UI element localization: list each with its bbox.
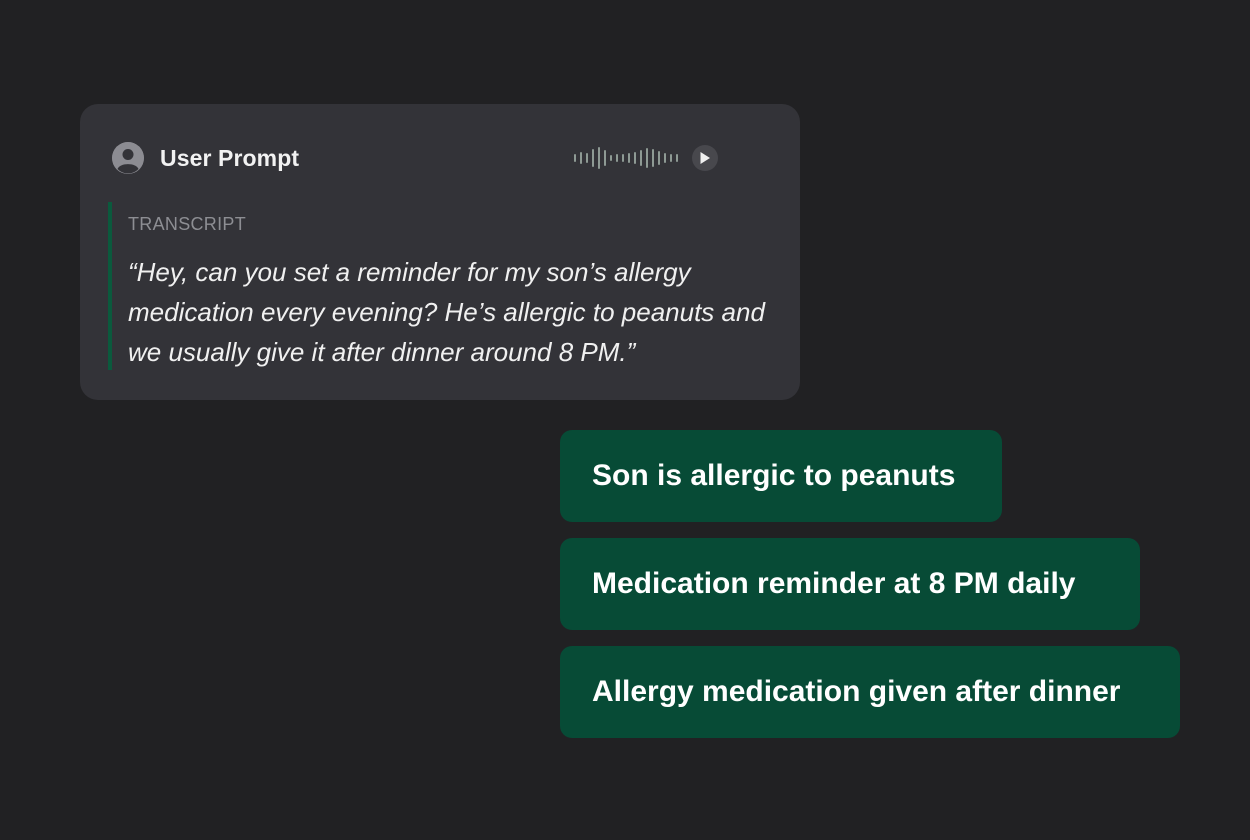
- transcript-block: TRANSCRIPT “Hey, can you set a reminder …: [108, 202, 768, 370]
- audio-waveform-icon: [574, 146, 678, 170]
- play-icon: [700, 152, 710, 164]
- waveform-bar: [640, 150, 642, 166]
- waveform-bar: [676, 154, 678, 162]
- user-avatar-icon: [112, 142, 144, 174]
- waveform-bar: [622, 154, 624, 162]
- user-prompt-card: User Prompt TRANSCRIPT “Hey, can you set…: [80, 104, 800, 400]
- waveform-bar: [664, 153, 666, 163]
- waveform-bar: [628, 153, 630, 163]
- transcript-label: TRANSCRIPT: [128, 214, 247, 234]
- waveform-bar: [634, 152, 636, 164]
- waveform-bar: [616, 154, 618, 162]
- card-title: User Prompt: [160, 144, 300, 171]
- waveform-bar: [574, 154, 576, 162]
- waveform-bar: [598, 147, 600, 169]
- waveform-bar: [670, 154, 672, 162]
- waveform-bar: [646, 148, 648, 168]
- waveform-bar: [658, 151, 660, 165]
- waveform-bar: [604, 150, 606, 166]
- waveform-bar: [610, 155, 612, 161]
- waveform-bar: [586, 153, 588, 163]
- waveform-bar: [652, 149, 654, 167]
- fact-pill: Allergy medication given after dinner: [560, 646, 1180, 738]
- waveform-bar: [580, 152, 582, 164]
- play-button[interactable]: [692, 145, 718, 171]
- transcript-text: “Hey, can you set a reminder for my son’…: [128, 257, 765, 367]
- waveform-bar: [592, 149, 594, 167]
- fact-pill: Medication reminder at 8 PM daily: [560, 538, 1140, 630]
- fact-pill: Son is allergic to peanuts: [560, 430, 1002, 522]
- audio-player[interactable]: [574, 144, 718, 172]
- card-header: User Prompt: [112, 142, 299, 174]
